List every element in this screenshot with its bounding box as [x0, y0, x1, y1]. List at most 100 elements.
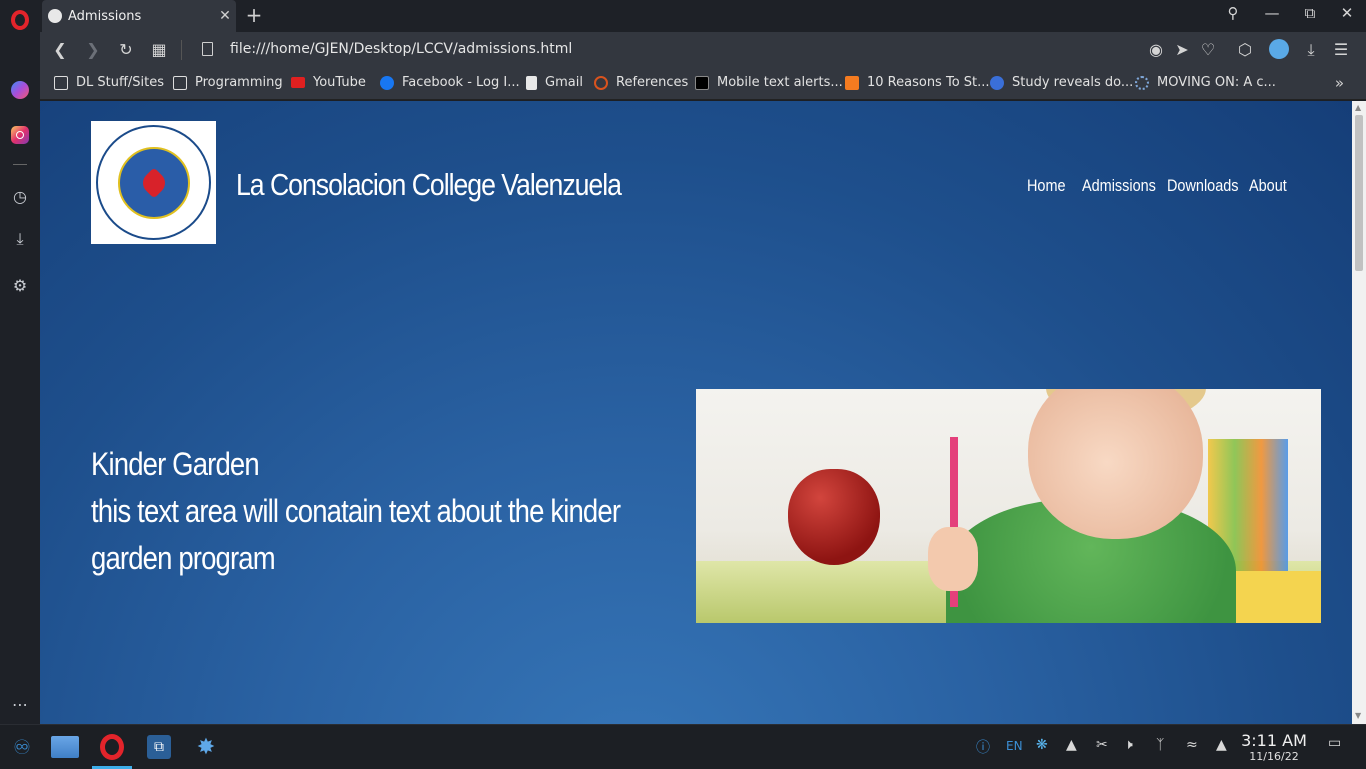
bookmark-item[interactable]: 10 Reasons To St...: [845, 75, 990, 90]
more-bookmarks-chevron-icon[interactable]: »: [1335, 74, 1344, 92]
bookmark-item[interactable]: References: [594, 75, 688, 90]
instagram-icon[interactable]: [8, 123, 32, 147]
section-body: this text area will conatain text about …: [91, 493, 621, 576]
volume-icon[interactable]: 🕨: [1124, 737, 1133, 753]
nav-admissions-link[interactable]: Admissions: [1082, 176, 1156, 196]
tab-title: Admissions: [68, 8, 142, 24]
bookmark-item[interactable]: YouTube: [291, 75, 366, 90]
bookmark-label: Study reveals do...: [1012, 75, 1134, 90]
scroll-down-arrow-icon[interactable]: ▼: [1355, 711, 1361, 720]
forward-icon[interactable]: ❯: [82, 40, 104, 59]
profile-avatar-icon[interactable]: [1269, 39, 1289, 59]
reload-icon[interactable]: ↻: [115, 40, 137, 59]
messenger-icon[interactable]: [8, 78, 32, 102]
updates-icon[interactable]: ▲: [1066, 737, 1077, 753]
bookmark-label: Mobile text alerts...: [717, 75, 843, 90]
bookmark-item[interactable]: Mobile text alerts...: [695, 75, 843, 90]
page-scrollbar[interactable]: ▲ ▼: [1352, 101, 1366, 724]
app-swirl-icon[interactable]: ✸: [192, 733, 220, 761]
site-title: La Consolacion College Valenzuela: [236, 167, 622, 202]
nav-about-link[interactable]: About: [1249, 176, 1287, 196]
show-desktop-icon[interactable]: ▭: [1328, 735, 1341, 751]
bookmarks-bar: DL Stuff/Sites Programming YouTube Faceb…: [40, 68, 1366, 100]
back-icon[interactable]: ❮: [49, 40, 71, 59]
search-tabs-icon[interactable]: ⚲: [1218, 4, 1248, 22]
nav-home-link[interactable]: Home: [1027, 176, 1066, 196]
minimize-icon[interactable]: —: [1257, 4, 1287, 22]
nav-divider: [181, 40, 182, 60]
opera-taskbar-icon[interactable]: [92, 733, 132, 769]
scroll-up-arrow-icon[interactable]: ▲: [1355, 103, 1361, 112]
checkbox-icon: [845, 75, 859, 90]
photo-child-face: [1028, 389, 1203, 539]
box-extension-icon[interactable]: ⬡: [1234, 40, 1256, 59]
kinder-child-photo: [696, 389, 1321, 623]
close-window-icon[interactable]: ✕: [1332, 4, 1362, 22]
heart-icon[interactable]: ♡: [1197, 40, 1219, 59]
show-hidden-tray-icon[interactable]: ▲: [1216, 737, 1227, 753]
bookmark-label: 10 Reasons To St...: [867, 75, 990, 90]
speed-dial-grid-icon[interactable]: ▦: [148, 40, 170, 59]
globe-icon: [48, 9, 62, 23]
photo-hand: [928, 527, 978, 591]
address-input[interactable]: file:///home/GJEN/Desktop/LCCV/admission…: [230, 41, 572, 57]
bookmark-label: References: [616, 75, 689, 90]
more-dots-icon[interactable]: ⋯: [8, 692, 32, 716]
wifi-icon[interactable]: ≈: [1186, 737, 1198, 753]
bookmark-item[interactable]: Gmail: [526, 75, 583, 90]
folder-icon: [173, 75, 187, 90]
w-icon: [695, 75, 709, 90]
clock-time[interactable]: 3:11 AM: [1240, 731, 1308, 750]
send-icon[interactable]: ➤: [1171, 40, 1193, 59]
seal-emblem: [117, 146, 190, 219]
close-tab-icon[interactable]: ✕: [214, 8, 236, 24]
bookmark-label: Programming: [195, 75, 283, 90]
tab-admissions[interactable]: Admissions ✕: [42, 0, 236, 32]
bookmark-label: Facebook - Log I...: [402, 75, 520, 90]
bookmark-item[interactable]: Facebook - Log I...: [380, 75, 520, 90]
opera-menu-icon[interactable]: [8, 8, 32, 32]
navigation-bar: ❮ ❯ ↻ ▦ file:///home/GJEN/Desktop/LCCV/a…: [40, 32, 1366, 68]
app-tray-icon[interactable]: ❋: [1036, 737, 1048, 753]
bookmark-item[interactable]: Study reveals do...: [990, 75, 1133, 90]
scrollbar-thumb[interactable]: [1355, 115, 1363, 271]
info-icon[interactable]: ⓘ: [976, 737, 990, 757]
youtube-icon: [291, 77, 305, 88]
tab-strip: Admissions ✕ + ⚲ — ⧉ ✕: [40, 0, 1366, 32]
page-icon: [202, 42, 213, 56]
settings-gear-icon[interactable]: ⚙: [8, 273, 32, 297]
restore-icon[interactable]: ⧉: [1295, 4, 1325, 22]
college-logo[interactable]: [91, 121, 216, 244]
easy-setup-menu-icon[interactable]: ☰: [1330, 40, 1352, 59]
nav-downloads-link[interactable]: Downloads: [1167, 176, 1238, 196]
page-icon: [526, 75, 537, 90]
file-manager-icon[interactable]: [51, 733, 79, 761]
bookmark-label: YouTube: [313, 75, 366, 90]
camera-icon[interactable]: ◉: [1145, 40, 1167, 59]
bookmark-label: Gmail: [545, 75, 583, 90]
bookmark-item[interactable]: Programming: [173, 75, 283, 90]
bookmark-item[interactable]: MOVING ON: A c...: [1135, 75, 1276, 90]
keyboard-layout[interactable]: EN: [1006, 739, 1023, 753]
college-seal-image: [96, 125, 211, 240]
clipboard-scissors-icon[interactable]: ✂: [1096, 737, 1108, 753]
sidebar-divider: [13, 164, 27, 165]
history-icon[interactable]: ◷: [8, 184, 32, 208]
bookmark-label: DL Stuff/Sites: [76, 75, 165, 90]
new-tab-plus-icon[interactable]: +: [242, 3, 266, 27]
download-icon[interactable]: ⤓: [1300, 40, 1322, 60]
bluetooth-icon[interactable]: ᛉ: [1156, 737, 1164, 753]
vscode-icon[interactable]: ⧉: [145, 733, 173, 761]
inq-icon: [990, 75, 1004, 90]
section-title: Kinder Garden: [91, 446, 260, 482]
web-page: La Consolacion College Valenzuela Home A…: [40, 101, 1352, 724]
kinder-section-text: Kinder Garden this text area will conata…: [91, 441, 693, 582]
fedora-launcher-icon[interactable]: ♾: [8, 733, 36, 761]
bookmark-item[interactable]: DL Stuff/Sites: [54, 75, 164, 90]
downloads-icon[interactable]: ⤓: [8, 227, 32, 251]
bookmark-label: MOVING ON: A c...: [1157, 75, 1276, 90]
heart-icon: [137, 166, 170, 199]
system-taskbar: ♾ ⧉ ✸ ⓘ EN ❋ ▲ ✂ 🕨 ᛉ ≈ ▲ 3:11 AM 11/16/2…: [0, 724, 1366, 769]
facebook-icon: [380, 75, 394, 90]
clock-date[interactable]: 11/16/22: [1240, 750, 1308, 763]
